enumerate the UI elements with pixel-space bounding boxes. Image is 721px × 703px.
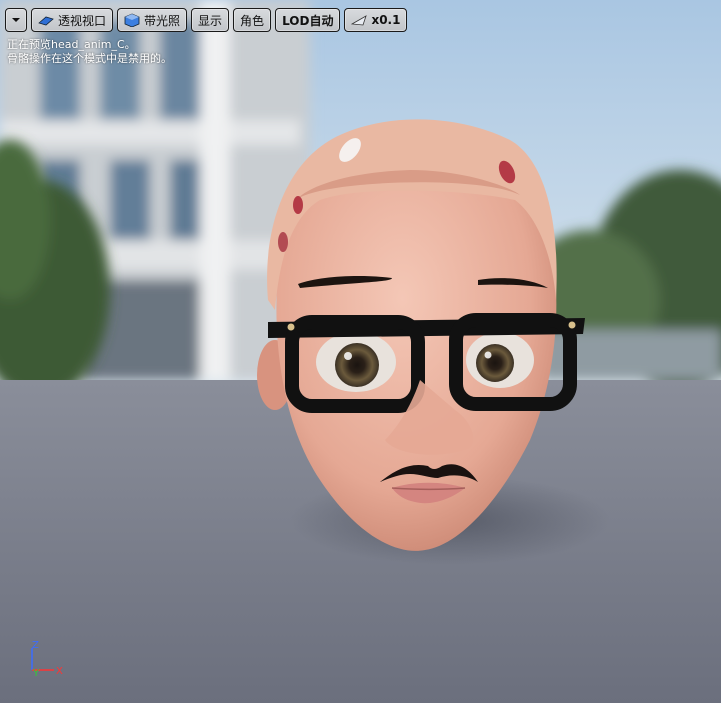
character-menu-button[interactable]: 角色 xyxy=(233,8,272,32)
viewport-scene xyxy=(0,0,721,703)
x-axis-label: X xyxy=(56,666,63,677)
axis-gizmo: Z Y X xyxy=(31,640,63,679)
show-menu-button[interactable]: 显示 xyxy=(191,8,230,32)
chevron-down-icon xyxy=(12,18,20,22)
lit-cube-icon xyxy=(124,13,140,27)
show-menu-label: 显示 xyxy=(198,13,223,28)
preview-status-text: 正在预览head_anim_C。 xyxy=(7,38,136,51)
bone-manipulation-disabled-text: 骨骼操作在这个模式中是禁用的。 xyxy=(7,52,172,65)
playback-speed-button[interactable]: x0.1 xyxy=(344,8,408,32)
perspective-view-label: 透视视口 xyxy=(58,13,107,28)
lod-auto-button[interactable]: LOD自动 xyxy=(275,8,341,32)
speed-triangle-icon xyxy=(351,13,368,27)
perspective-camera-icon xyxy=(38,13,54,27)
viewport-options-menu-button[interactable] xyxy=(5,8,27,32)
y-axis-label: Y xyxy=(32,668,40,679)
viewport-info-text: 正在预览head_anim_C。 骨骼操作在这个模式中是禁用的。 xyxy=(7,38,172,66)
lighting-mode-label: 带光照 xyxy=(144,13,181,28)
viewport-toolbar: 透视视口 带光照 显示 角色 LOD自动 x0.1 xyxy=(5,8,408,32)
editor-viewport[interactable]: 透视视口 带光照 显示 角色 LOD自动 x0.1 正在预览head_anim_… xyxy=(0,0,721,703)
character-menu-label: 角色 xyxy=(240,13,265,28)
perspective-view-button[interactable]: 透视视口 xyxy=(31,8,114,32)
z-axis-label: Z xyxy=(32,640,39,651)
lod-auto-label: LOD自动 xyxy=(282,13,334,28)
playback-speed-label: x0.1 xyxy=(371,13,401,27)
lighting-mode-button[interactable]: 带光照 xyxy=(117,8,188,32)
